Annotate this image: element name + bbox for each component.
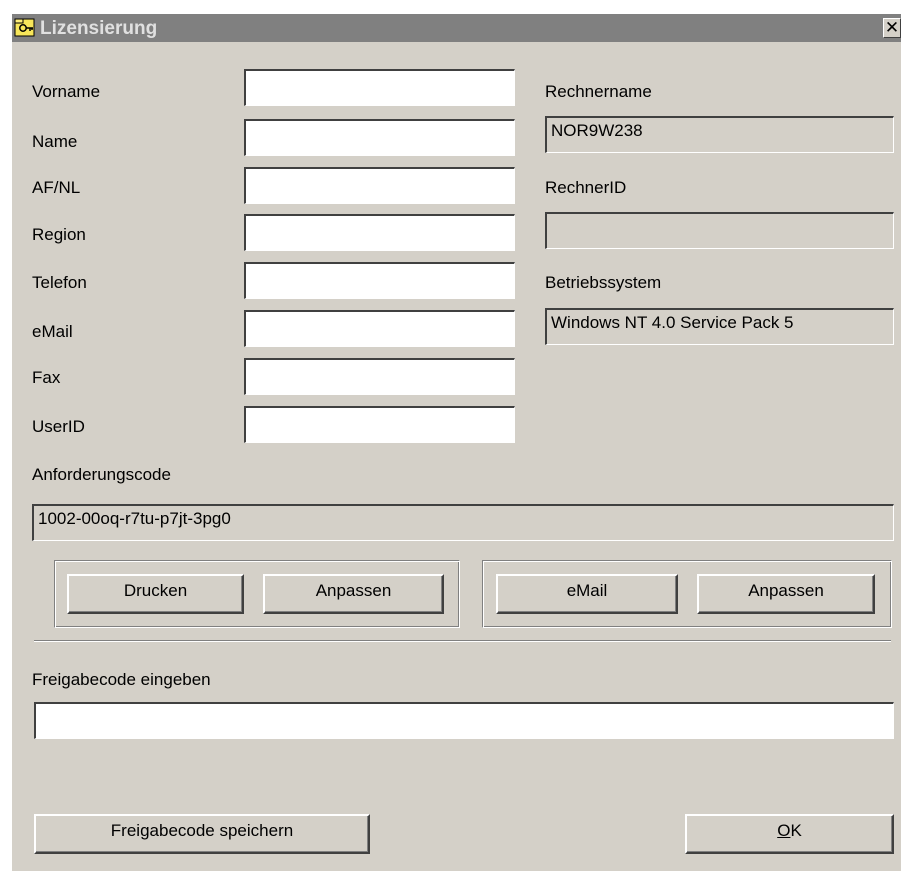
betriebssystem-field[interactable]: Windows NT 4.0 Service Pack 5 [545,308,894,345]
label-region: Region [32,225,86,244]
separator [34,640,891,642]
freigabecode-field[interactable] [34,702,894,739]
label-name: Name [32,132,78,151]
label-af-nl: AF/NL [32,178,81,197]
license-dialog: Lizensierung ✕ Vorname Name AF/NL Region… [10,12,901,871]
ok-label-rest: K [790,821,802,840]
userid-field[interactable] [244,406,515,443]
save-release-code-button[interactable]: Freigabecode speichern [34,814,370,854]
label-rechnerid: RechnerID [545,178,627,197]
telefon-field[interactable] [244,262,515,299]
region-field[interactable] [244,214,515,251]
label-betriebssystem: Betriebssystem [545,273,662,292]
close-icon: ✕ [884,18,900,37]
label-freigabecode: Freigabecode eingeben [32,670,211,689]
title-bar[interactable]: Lizensierung ✕ [12,14,901,42]
window-title: Lizensierung [40,18,158,39]
label-vorname: Vorname [32,82,101,101]
af-nl-field[interactable] [244,167,515,204]
label-fax: Fax [32,368,61,387]
label-rechnername: Rechnername [545,82,652,101]
label-anforderungscode: Anforderungscode [32,465,171,484]
fax-field[interactable] [244,358,515,395]
label-email: eMail [32,322,73,341]
email-field[interactable] [244,310,515,347]
rechnerid-field[interactable] [545,212,894,249]
ok-accelerator: O [777,821,791,840]
print-button[interactable]: Drucken [67,574,244,614]
email-button[interactable]: eMail [496,574,678,614]
vorname-field[interactable] [244,69,515,106]
name-field[interactable] [244,119,515,156]
anforderungscode-field[interactable]: 1002-00oq-r7tu-p7jt-3pg0 [32,504,894,541]
adjust-email-button[interactable]: Anpassen [697,574,875,614]
label-userid: UserID [32,417,85,436]
close-button[interactable]: ✕ [883,18,901,38]
rechnername-field[interactable]: NOR9W238 [545,116,894,153]
adjust-print-button[interactable]: Anpassen [263,574,444,614]
key-folder-icon [14,16,36,38]
ok-button[interactable]: OK [685,814,894,854]
label-telefon: Telefon [32,273,87,292]
